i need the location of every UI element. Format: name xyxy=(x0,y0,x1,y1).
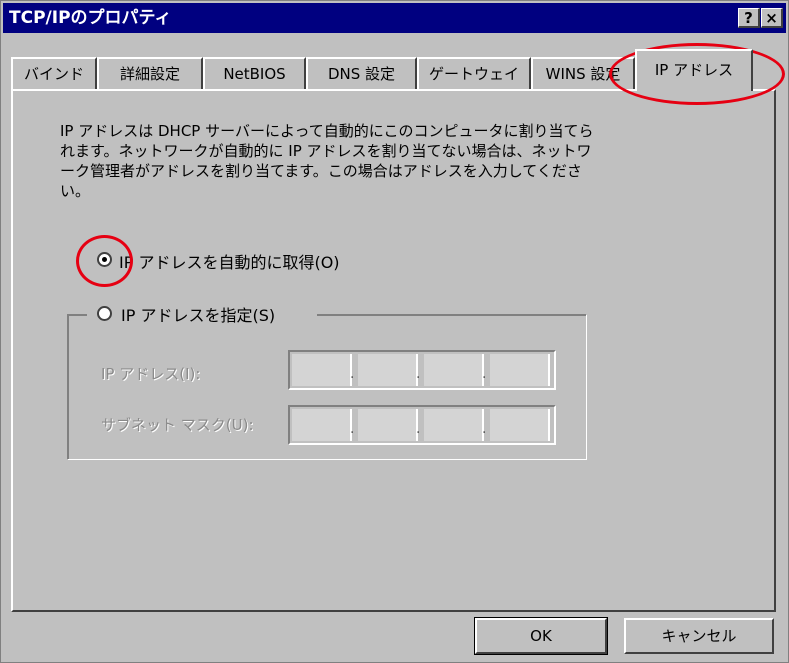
help-button[interactable]: ? xyxy=(738,8,760,28)
mask-dot: . xyxy=(350,421,355,437)
mask-dot: . xyxy=(482,421,487,437)
tab-strip: バインド 詳細設定 NetBIOS DNS 設定 ゲートウェイ WINS 設定 … xyxy=(11,49,781,91)
tab-label: NetBIOS xyxy=(223,65,286,83)
annotation-circle-radio xyxy=(76,235,133,287)
ip-octet-4[interactable] xyxy=(490,354,550,386)
tab-label: ゲートウェイ xyxy=(428,65,519,83)
ip-address-label: IP アドレス(I): xyxy=(101,365,201,383)
tab-binding[interactable]: バインド xyxy=(11,57,97,89)
tab-gateway[interactable]: ゲートウェイ xyxy=(417,57,531,89)
help-icon: ? xyxy=(744,9,753,27)
radio-manual-ip-mark[interactable] xyxy=(97,306,112,321)
tab-advanced[interactable]: 詳細設定 xyxy=(97,57,203,89)
radio-auto-ip-label[interactable]: IP アドレスを自動的に取得(O) xyxy=(119,249,340,273)
ip-octet-1[interactable] xyxy=(292,354,352,386)
tab-label: IP アドレス xyxy=(654,61,734,79)
tab-label: DNS 設定 xyxy=(327,65,396,83)
tab-label: 詳細設定 xyxy=(119,65,180,83)
ip-octet-2[interactable] xyxy=(358,354,418,386)
ip-dot: . xyxy=(416,366,421,382)
radio-manual-label[interactable]: IP アドレスを指定(S) xyxy=(121,302,275,326)
tab-dns[interactable]: DNS 設定 xyxy=(306,57,417,89)
window-title: TCP/IPのプロパティ xyxy=(9,8,172,28)
mask-octet-4[interactable] xyxy=(490,409,550,441)
mask-octet-3[interactable] xyxy=(424,409,484,441)
ip-dot: . xyxy=(482,366,487,382)
close-button[interactable]: × xyxy=(761,8,783,28)
ok-button[interactable]: OK xyxy=(474,617,608,655)
subnet-mask-field[interactable]: . . . xyxy=(288,405,556,445)
tab-label: バインド xyxy=(23,65,84,83)
mask-octet-2[interactable] xyxy=(358,409,418,441)
mask-octet-1[interactable] xyxy=(292,409,352,441)
tab-netbios[interactable]: NetBIOS xyxy=(203,57,306,89)
ip-address-field[interactable]: . . . xyxy=(288,350,556,390)
close-icon: × xyxy=(765,9,778,27)
mask-dot: . xyxy=(416,421,421,437)
ip-dot: . xyxy=(350,366,355,382)
tab-ip-address[interactable]: IP アドレス xyxy=(635,49,753,91)
description-text: IP アドレスは DHCP サーバーによって自動的にこのコンピュータに割り当てら… xyxy=(60,122,594,200)
dialog-window: TCP/IPのプロパティ ? × バインド 詳細設定 NetBIOS DNS 設… xyxy=(0,0,789,663)
cancel-button[interactable]: キャンセル xyxy=(624,618,774,654)
subnet-mask-label: サブネット マスク(U): xyxy=(101,416,254,434)
ip-octet-3[interactable] xyxy=(424,354,484,386)
title-bar[interactable]: TCP/IPのプロパティ ? × xyxy=(3,3,786,33)
